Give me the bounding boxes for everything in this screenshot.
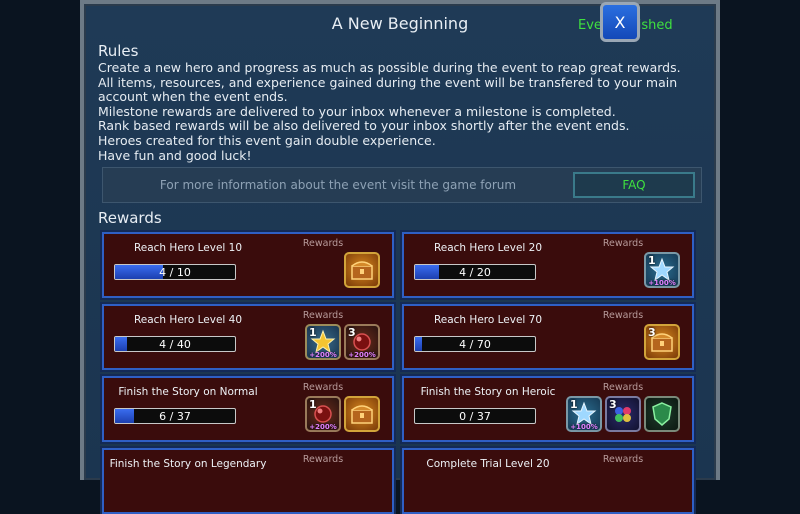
rules-heading: Rules xyxy=(98,42,139,60)
progress-text: 4 / 20 xyxy=(459,266,491,279)
item-count: 1 xyxy=(309,398,317,411)
reward-card-rewards-label: Rewards xyxy=(302,310,344,321)
item-bonus-percent: +200% xyxy=(309,423,337,431)
item-count: 3 xyxy=(348,326,356,339)
reward-card: Reach Hero Level 20 Rewards 4 / 20 1 +100% xyxy=(402,232,694,298)
item-count: 1 xyxy=(570,398,578,411)
star-icon[interactable]: 1 +100% xyxy=(566,396,602,432)
progress-bar: 0 / 37 xyxy=(414,408,536,424)
reward-card-rewards-label: Rewards xyxy=(302,238,344,249)
forum-info-text: For more information about the event vis… xyxy=(159,178,517,192)
reward-card-title: Finish the Story on Heroic xyxy=(420,386,556,398)
reward-card-rewards-label: Rewards xyxy=(302,454,344,465)
reward-card-rewards-label: Rewards xyxy=(602,382,644,393)
close-button[interactable]: X xyxy=(600,2,640,42)
item-bonus-percent: +200% xyxy=(348,351,376,359)
progress-bar: 4 / 40 xyxy=(114,336,236,352)
reward-card: Finish the Story on Heroic Rewards 0 / 37 1… xyxy=(402,376,694,442)
orb-icon[interactable]: 1 +200% xyxy=(305,396,341,432)
item-bonus-percent: +100% xyxy=(648,279,676,287)
reward-items: 1 +200% 3 +200% xyxy=(305,324,380,360)
reward-card-rewards-label: Rewards xyxy=(602,310,644,321)
progress-text: 4 / 70 xyxy=(459,338,491,351)
chest-icon[interactable] xyxy=(344,252,380,288)
reward-card-rewards-label: Rewards xyxy=(602,238,644,249)
item-bonus-percent: +100% xyxy=(570,423,598,431)
item-count: 3 xyxy=(648,326,656,339)
rules-line: Have fun and good luck! xyxy=(98,147,252,163)
event-dialog: A New Beginning Event Finished Rules Cre… xyxy=(80,0,720,514)
reward-card-rewards-label: Rewards xyxy=(602,454,644,465)
reward-items: 3 xyxy=(644,324,680,360)
reward-card: Complete Trial Level 20 Rewards xyxy=(402,448,694,514)
progress-text: 4 / 10 xyxy=(159,266,191,279)
reward-card-title: Reach Hero Level 70 xyxy=(433,314,543,326)
reward-card: Reach Hero Level 10 Rewards 4 / 10 xyxy=(102,232,394,298)
item-count: 3 xyxy=(609,398,617,411)
reward-card-title: Complete Trial Level 20 xyxy=(426,458,550,470)
progress-bar: 4 / 70 xyxy=(414,336,536,352)
rules-text: Create a new hero and progress as much a… xyxy=(98,60,698,163)
gem-icon[interactable]: 3 xyxy=(605,396,641,432)
faq-button[interactable]: FAQ xyxy=(573,172,695,198)
chest-icon[interactable] xyxy=(344,396,380,432)
item-bonus-percent: +200% xyxy=(309,351,337,359)
reward-card: Reach Hero Level 40 Rewards 4 / 40 1 +200% 3 +… xyxy=(102,304,394,370)
rules-line: Create a new hero and progress as much a… xyxy=(98,60,681,75)
progress-bar: 4 / 20 xyxy=(414,264,536,280)
reward-card-rewards-label: Rewards xyxy=(302,382,344,393)
progress-bar: 4 / 10 xyxy=(114,264,236,280)
star-icon[interactable]: 1 +100% xyxy=(644,252,680,288)
gold-star-icon[interactable]: 1 +200% xyxy=(305,324,341,360)
reward-items xyxy=(344,252,380,288)
progress-text: 4 / 40 xyxy=(159,338,191,351)
rules-line: Rank based rewards will be also delivere… xyxy=(98,118,630,134)
item-count: 1 xyxy=(309,326,317,339)
reward-card: Reach Hero Level 70 Rewards 4 / 70 3 xyxy=(402,304,694,370)
reward-items: 1 +100% 3 xyxy=(566,396,680,432)
reward-items: 1 +100% xyxy=(644,252,680,288)
rewards-heading: Rewards xyxy=(98,209,162,227)
reward-card-title: Reach Hero Level 40 xyxy=(133,314,243,326)
progress-bar: 6 / 37 xyxy=(114,408,236,424)
reward-card: Finish the Story on Normal Rewards 6 / 37 1… xyxy=(102,376,394,442)
forum-info-bar: For more information about the event vis… xyxy=(102,167,702,203)
shield-icon[interactable] xyxy=(644,396,680,432)
rules-line: Heroes created for this event gain doubl… xyxy=(98,132,436,148)
progress-text: 0 / 37 xyxy=(459,410,491,423)
item-count: 1 xyxy=(648,254,656,267)
reward-card-title: Reach Hero Level 20 xyxy=(433,242,543,254)
reward-items: 1 +200% xyxy=(305,396,380,432)
progress-text: 6 / 37 xyxy=(159,410,191,423)
rules-line: All items, resources, and experience gai… xyxy=(98,74,678,105)
reward-card-title: Finish the Story on Legendary xyxy=(109,458,267,470)
chest-icon[interactable]: 3 xyxy=(644,324,680,360)
reward-card-title: Reach Hero Level 10 xyxy=(133,242,243,254)
reward-card: Finish the Story on Legendary Rewards xyxy=(102,448,394,514)
reward-card-title: Finish the Story on Normal xyxy=(118,386,258,398)
orb-icon[interactable]: 3 +200% xyxy=(344,324,380,360)
rules-line: Milestone rewards are delivered to your … xyxy=(98,103,616,119)
